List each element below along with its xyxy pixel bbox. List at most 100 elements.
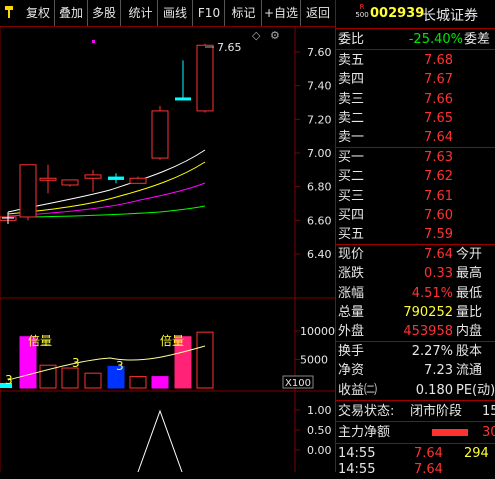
price-axis-label: 7.60	[307, 46, 332, 59]
multi-stock-button[interactable]: 多股	[88, 0, 121, 26]
main-flow-label: 主力净额	[338, 425, 391, 440]
stat-0-value: 7.64	[424, 247, 453, 262]
sell-level-5-label: 卖五	[338, 53, 365, 68]
stat-4-right-label: 内盘	[456, 324, 483, 340]
indicator-axis-label: 0.50	[307, 424, 332, 437]
candle-body	[61, 179, 79, 186]
buy-level-1-label: 买一	[338, 150, 365, 165]
kline-chart[interactable]: ◇ ⚙ 7.60 7.40 7.20 7.00 6.80 6.60 6.40 7.65 10000 5…	[0, 27, 335, 472]
candle-body	[19, 164, 37, 218]
candle-body	[129, 177, 147, 184]
stat-3: 总量 790252 量比	[336, 303, 495, 322]
stock-code: 002939	[370, 6, 425, 21]
ma5-line	[7, 149, 206, 213]
weibi-label: 委比	[338, 32, 365, 47]
stat2-0: 换手 2.27% 股本	[336, 342, 495, 361]
mark-button[interactable]: 标记	[226, 0, 262, 26]
buy-level-4: 买四 7.60	[336, 206, 495, 225]
volume-annotation: 倍量	[28, 333, 52, 348]
stat2-1-right-label: 流通	[456, 363, 483, 379]
stat-1-label: 涨跌	[338, 266, 365, 282]
sell-level-2-label: 卖二	[338, 110, 365, 126]
r-badge: R 500	[355, 3, 369, 19]
price-axis-label: 7.20	[307, 113, 332, 126]
stat2-0-right-label: 股本	[456, 344, 483, 359]
buy-level-4-label: 买四	[338, 207, 365, 223]
buy-level-3-label: 买三	[338, 188, 365, 204]
quote-header: R 500 002939 长城证券	[336, 0, 495, 28]
sell-level-3: 卖三 7.66	[336, 90, 495, 109]
stat-3-label: 总量	[338, 304, 365, 320]
sell-level-4: 卖四 7.67	[336, 70, 495, 89]
statistics-button[interactable]: 统计	[124, 0, 158, 26]
stat-4-label: 外盘	[338, 324, 365, 340]
restore-rights-button[interactable]: 复权	[22, 0, 55, 26]
main-flow-value: 30	[482, 425, 495, 440]
buy-level-1-value: 7.63	[424, 150, 453, 165]
volume-axis-label: 10000	[300, 325, 335, 338]
buy-level-2-value: 7.62	[424, 169, 453, 185]
sell-level-3-label: 卖三	[338, 91, 365, 107]
candle-body	[39, 177, 57, 181]
volume-bar	[129, 376, 147, 389]
stat2-2-right-label: PE(动)	[456, 382, 495, 398]
weicha-label: 委差	[464, 32, 491, 47]
stat-3-right-label: 量比	[456, 304, 483, 320]
stat-1-value: 0.33	[424, 266, 453, 282]
divider	[336, 400, 495, 401]
price-axis-label: 6.60	[307, 214, 332, 227]
badge-top: R	[359, 3, 365, 11]
tick-row: 14:55 7.64	[336, 460, 495, 479]
back-button[interactable]: 返回	[302, 0, 334, 26]
add-watchlist-button[interactable]: +自选	[262, 0, 301, 26]
stat2-2: 收益㈡ 0.180 PE(动)	[336, 381, 495, 400]
volume-axis-label: 5000	[300, 354, 328, 367]
price-axis-label: 7.40	[307, 80, 332, 93]
volume-annotation: 倍量	[160, 333, 184, 348]
sell-level-1: 卖一 7.64	[336, 128, 495, 147]
volume-bar	[61, 367, 79, 389]
stat-1: 涨跌 0.33 最高	[336, 264, 495, 283]
weibi-row: 委比 -25.40% 委差	[336, 30, 495, 49]
indicator-line	[137, 409, 183, 472]
stat2-2-label: 收益㈡	[338, 382, 378, 398]
stat2-1: 净资 7.23 流通	[336, 361, 495, 380]
buy-level-5-value: 7.59	[424, 227, 453, 243]
candle-body	[151, 110, 169, 159]
price-axis-label: 6.80	[307, 181, 332, 194]
volume-bar	[84, 372, 102, 389]
buy-level-3: 买三 7.61	[336, 187, 495, 206]
stock-name: 长城证券	[422, 8, 478, 24]
stat-3-value: 790252	[403, 304, 453, 320]
stat-4-value: 453958	[403, 324, 453, 340]
marker-dot	[92, 40, 95, 43]
buy-level-5-label: 买五	[338, 227, 365, 243]
stat2-0-label: 换手	[338, 344, 365, 359]
candle-body	[196, 44, 214, 112]
buy-level-4-value: 7.60	[424, 207, 453, 223]
stat-2-label: 涨幅	[338, 285, 365, 301]
volume-unit-label: X100	[285, 378, 311, 389]
stat-0-right-label: 今开	[456, 247, 483, 262]
buy-level-1: 买一 7.63	[336, 148, 495, 167]
draw-line-button[interactable]: 画线	[158, 0, 193, 26]
sell-level-5: 卖五 7.68	[336, 51, 495, 70]
volume-annotation: 3	[5, 373, 13, 387]
divider	[336, 28, 495, 29]
stat-0: 现价 7.64 今开	[336, 245, 495, 264]
stat2-0-value: 2.27%	[411, 344, 453, 359]
overlay-button[interactable]: 叠加	[55, 0, 88, 26]
candle-body	[108, 176, 124, 180]
divider	[336, 49, 495, 50]
stat-4: 外盘 453958 内盘	[336, 322, 495, 341]
sell-level-1-value: 7.64	[424, 130, 453, 146]
f10-button[interactable]: F10	[194, 0, 225, 26]
stat2-1-value: 7.23	[424, 363, 453, 379]
pin-icon[interactable]	[4, 6, 14, 18]
sell-level-2-value: 7.65	[424, 110, 453, 126]
buy-level-5: 买五 7.59	[336, 225, 495, 244]
candle-body	[84, 174, 102, 179]
trade-status-value: 闭市阶段	[410, 404, 463, 419]
buy-level-2: 买二 7.62	[336, 167, 495, 186]
candle-body	[175, 97, 191, 101]
